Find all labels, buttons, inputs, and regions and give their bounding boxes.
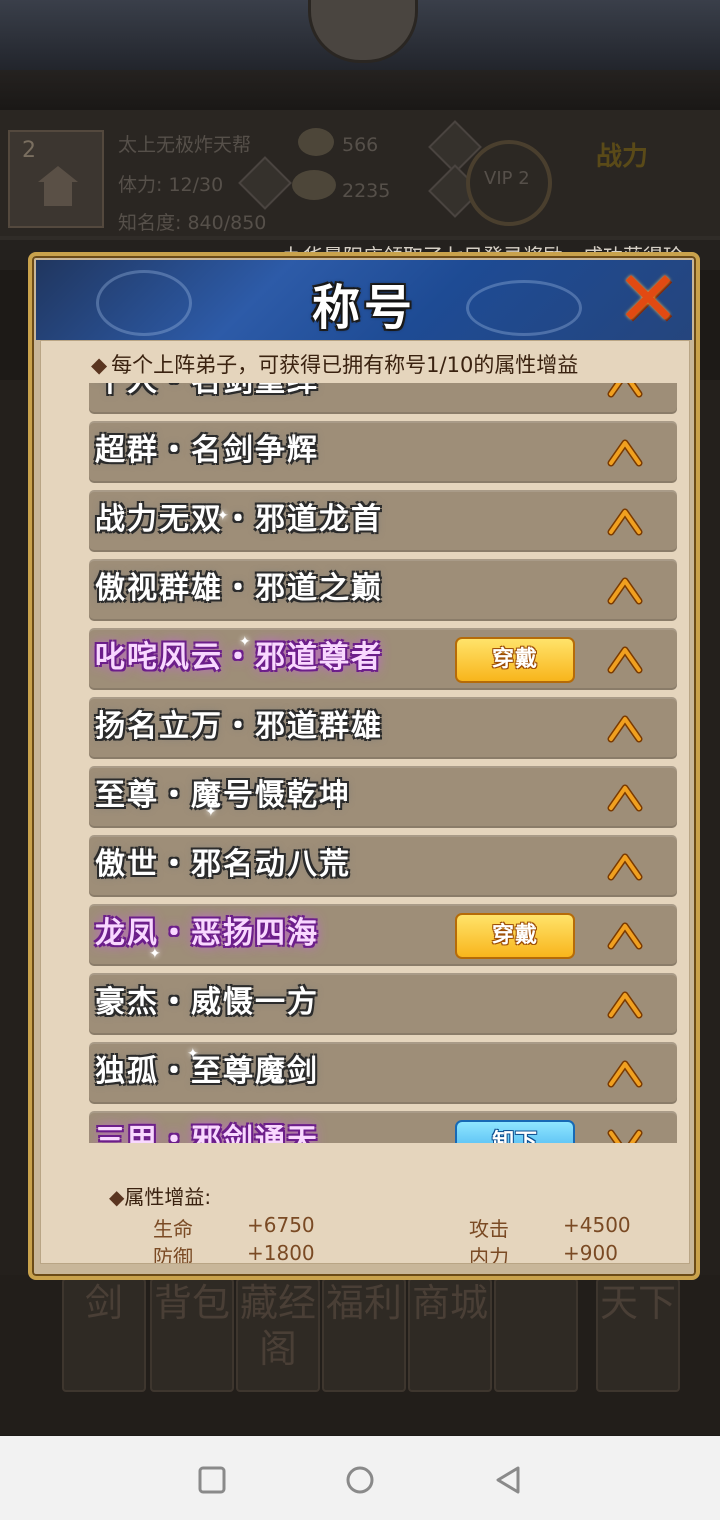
- vip-level: VIP 2: [484, 168, 530, 189]
- title-row[interactable]: 叱咤风云・邪道尊者 ✦ 穿戴: [89, 628, 677, 690]
- title-row[interactable]: 战力无双・邪道龙首 ✦: [89, 490, 677, 552]
- chevron-up-icon[interactable]: [607, 435, 643, 469]
- fame-text: 知名度: 840/850: [118, 212, 267, 234]
- gold-amount: 2235: [342, 180, 391, 202]
- chevron-up-icon[interactable]: [607, 504, 643, 538]
- attr-label-inner-power: 内力: [469, 1245, 509, 1263]
- silver-amount: 566: [342, 134, 379, 156]
- title-row[interactable]: 龙凤・恶扬四海 ✦ 穿戴: [89, 904, 677, 966]
- bottom-btn-shop[interactable]: 商城: [408, 1278, 492, 1392]
- title-row[interactable]: 傲世・邪名动八荒: [89, 835, 677, 897]
- title-name: 豪杰・威慑一方: [95, 985, 319, 1020]
- title-name: 龙凤・恶扬四海: [95, 916, 319, 951]
- back-triangle-icon: [496, 1466, 520, 1494]
- chevron-up-icon[interactable]: [607, 573, 643, 607]
- attr-label-attack: 攻击: [469, 1217, 509, 1241]
- chevron-up-icon[interactable]: [607, 642, 643, 676]
- unequip-button[interactable]: 卸下: [455, 1120, 575, 1143]
- title-row[interactable]: 傲视群雄・邪道之巅: [89, 559, 677, 621]
- player-level: 2: [22, 138, 36, 163]
- close-button[interactable]: ✕: [608, 261, 688, 340]
- title-name: 千人・名剑重绎: [95, 383, 319, 404]
- title-name: 超群・名剑争辉: [95, 433, 319, 468]
- combat-power: 战力: [596, 142, 690, 206]
- chevron-up-icon[interactable]: [607, 987, 643, 1021]
- bottom-btn-sword[interactable]: 剑: [62, 1278, 146, 1392]
- attr-label-hp: 生命: [153, 1217, 193, 1241]
- chevron-up-icon[interactable]: [607, 849, 643, 883]
- title-list[interactable]: 千人・名剑重绎✦超群・名剑争辉战力无双・邪道龙首✦傲视群雄・邪道之巅叱咤风云・邪…: [89, 383, 683, 1143]
- home-button[interactable]: [344, 1464, 376, 1496]
- title-row[interactable]: 三甲・邪剑通天✦卸下: [89, 1111, 677, 1143]
- chevron-up-icon[interactable]: [607, 711, 643, 745]
- attr-value-defense: +1800: [247, 1241, 315, 1263]
- left-side-panel: [0, 380, 30, 1280]
- power-label: 战力: [596, 142, 649, 172]
- title-name: 至尊・魔号慑乾坤: [95, 778, 351, 813]
- attr-value-attack: +4500: [563, 1213, 631, 1237]
- bottom-btn-scripture[interactable]: 藏经阁: [236, 1278, 320, 1392]
- sparkle-icon: ✦: [239, 634, 251, 650]
- title-row[interactable]: 千人・名剑重绎✦: [89, 383, 677, 414]
- bottom-btn-bag[interactable]: 背包: [150, 1278, 234, 1392]
- title-row[interactable]: 独孤・至尊魔剑 ✦: [89, 1042, 677, 1104]
- square-icon: [198, 1466, 226, 1494]
- title-row[interactable]: 扬名立万・邪道群雄: [89, 697, 677, 759]
- stamina-text: 体力: 12/30: [118, 174, 224, 196]
- chevron-down-icon[interactable]: [607, 1125, 643, 1143]
- dialog-body: ◆每个上阵弟子，可获得已拥有称号1/10的属性增益 千人・名剑重绎✦超群・名剑争…: [40, 340, 690, 1264]
- title-name: 独孤・至尊魔剑: [95, 1054, 319, 1089]
- title-dialog: 称号 ✕ ◆每个上阵弟子，可获得已拥有称号1/10的属性增益 千人・名剑重绎✦超…: [28, 252, 700, 1280]
- bottom-btn-welfare[interactable]: 福利: [322, 1278, 406, 1392]
- chevron-up-icon[interactable]: [607, 780, 643, 814]
- attr-value-hp: +6750: [247, 1213, 315, 1237]
- sect-building-icon: [38, 166, 78, 206]
- attr-value-inner-power: +900: [563, 1241, 618, 1263]
- dialog-title: 称号: [311, 280, 416, 336]
- equip-button[interactable]: 穿戴: [455, 913, 575, 959]
- dialog-header: 称号 ✕: [36, 260, 692, 340]
- sparkle-icon: ✦: [205, 804, 217, 820]
- title-name: 战力无双・邪道龙首: [95, 502, 383, 537]
- title-name: 傲视群雄・邪道之巅: [95, 571, 383, 606]
- silver-icon: [298, 128, 334, 156]
- title-name: 三甲・邪剑通天: [95, 1123, 319, 1143]
- back-button[interactable]: [492, 1464, 524, 1496]
- circle-icon: [346, 1466, 374, 1494]
- player-level-avatar[interactable]: 2: [8, 130, 104, 228]
- title-row[interactable]: 豪杰・威慑一方: [89, 973, 677, 1035]
- equip-button[interactable]: 穿戴: [455, 637, 575, 683]
- recent-apps-button[interactable]: [196, 1464, 228, 1496]
- sect-name: 太上无极炸天帮: [118, 134, 252, 156]
- attribute-scroll[interactable]: ◆属性增益: 生命 +6750 攻击 +4500 防御 +1800 内力 +90…: [91, 1181, 651, 1263]
- attribute-heading-label: 属性增益:: [124, 1185, 212, 1209]
- title-row[interactable]: 超群・名剑争辉: [89, 421, 677, 483]
- android-nav-bar: [0, 1436, 720, 1520]
- title-name: 扬名立万・邪道群雄: [95, 709, 383, 744]
- sparkle-icon: ✦: [217, 508, 229, 524]
- notice-label: 每个上阵弟子，可获得已拥有称号1/10的属性增益: [111, 353, 579, 377]
- gold-icon: [292, 170, 336, 200]
- close-x-icon: ✕: [616, 260, 680, 340]
- bottom-btn-world[interactable]: 天下: [596, 1278, 680, 1392]
- chevron-up-icon[interactable]: [607, 1056, 643, 1090]
- bottom-btn-misc[interactable]: [494, 1278, 578, 1392]
- title-name: 傲世・邪名动八荒: [95, 847, 351, 882]
- title-row[interactable]: 至尊・魔号慑乾坤 ✦: [89, 766, 677, 828]
- diamond-bullet-icon: ◆: [109, 1185, 125, 1209]
- diamond-bullet-icon: ◆: [91, 353, 108, 377]
- sparkle-icon: ✦: [149, 946, 161, 962]
- attr-label-defense: 防御: [153, 1245, 193, 1263]
- background-band: [0, 70, 720, 110]
- chevron-up-icon[interactable]: [607, 383, 643, 400]
- attribute-heading: ◆属性增益:: [109, 1181, 211, 1210]
- sparkle-icon: ✦: [187, 1046, 199, 1062]
- vip-badge[interactable]: VIP 2: [466, 140, 552, 226]
- chevron-up-icon[interactable]: [607, 918, 643, 952]
- notice-text: ◆ 每个上阵弟子，可获得已拥有称号1/10的属性增益: [91, 349, 578, 379]
